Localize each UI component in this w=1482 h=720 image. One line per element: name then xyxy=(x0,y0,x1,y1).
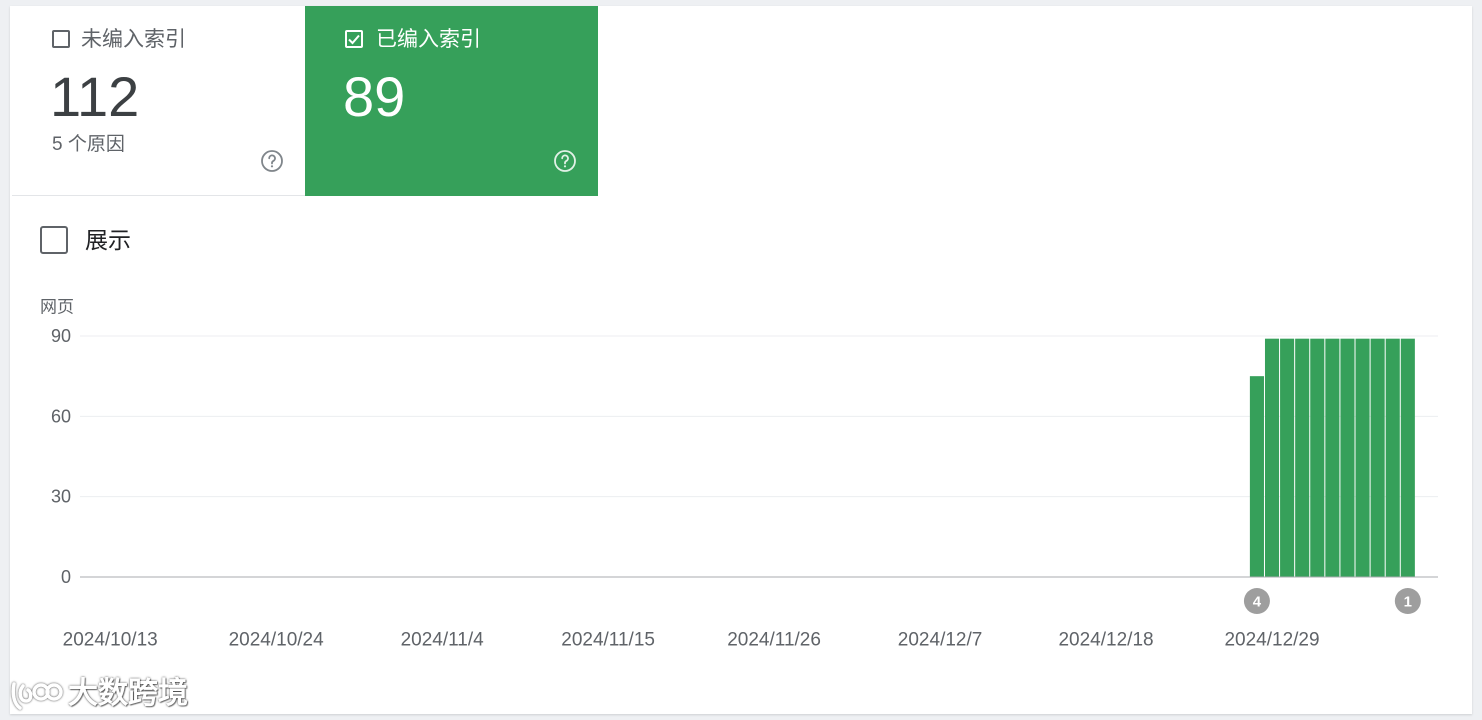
x-tick-label: 2024/10/24 xyxy=(229,630,325,651)
show-impressions-toggle[interactable]: 展示 xyxy=(40,226,160,254)
y-tick-label: 60 xyxy=(51,406,71,426)
bar xyxy=(1295,338,1310,577)
tile-indexed-checkbox[interactable] xyxy=(345,30,363,48)
bar xyxy=(1385,338,1400,577)
bar xyxy=(1280,338,1295,577)
tile-count: 112 xyxy=(50,65,140,128)
tile-label: 已编入索引 xyxy=(376,28,481,51)
tile-label: 未编入索引 xyxy=(81,28,186,51)
help-circle-icon[interactable] xyxy=(553,149,577,173)
x-tick-label: 2024/12/18 xyxy=(1058,630,1153,651)
bar xyxy=(1400,338,1415,577)
x-tick-label: 2024/12/29 xyxy=(1224,630,1319,651)
bar xyxy=(1325,338,1340,577)
y-tick-label: 90 xyxy=(51,326,71,346)
bar xyxy=(1370,338,1385,577)
indexed-pages-chart: 0 30 60 90 网页 2024/10/13 2024/10/24 2024/11/4 20… xyxy=(40,298,1438,651)
help-circle-icon[interactable] xyxy=(260,149,284,173)
bar xyxy=(1310,338,1325,577)
tile-count: 89 xyxy=(343,65,406,128)
y-tick-label: 0 xyxy=(61,567,71,587)
annotation-label: 4 xyxy=(1253,594,1262,611)
show-impressions-label: 展示 xyxy=(85,227,131,253)
y-axis-label: 网页 xyxy=(40,298,74,317)
show-impressions-checkbox[interactable] xyxy=(40,226,68,254)
page-indexing-card: 未编入索引 112 5 个原因 已编入索引 89 展示 0 30 60 90 网… xyxy=(10,6,1472,714)
tile-not-indexed-checkbox[interactable] xyxy=(52,30,70,48)
annotation-marker[interactable]: 4 xyxy=(1243,588,1270,614)
bar xyxy=(1249,376,1264,577)
tile-indexed[interactable]: 已编入索引 89 xyxy=(305,6,598,196)
bar xyxy=(1340,338,1355,577)
tile-not-indexed[interactable]: 未编入索引 112 5 个原因 xyxy=(12,6,305,196)
tile-reasons: 5 个原因 xyxy=(52,134,125,155)
x-tick-label: 2024/12/7 xyxy=(898,630,983,651)
x-tick-label: 2024/11/4 xyxy=(401,630,485,651)
y-tick-label: 30 xyxy=(51,487,71,507)
annotation-marker[interactable]: 1 xyxy=(1394,588,1421,614)
x-tick-label: 2024/11/15 xyxy=(561,630,655,651)
x-tick-label: 2024/10/13 xyxy=(63,630,158,651)
annotation-label: 1 xyxy=(1404,594,1412,611)
x-tick-label: 2024/11/26 xyxy=(727,630,821,651)
bar xyxy=(1355,338,1370,577)
bar xyxy=(1264,338,1280,577)
checkmark-icon xyxy=(348,34,360,45)
